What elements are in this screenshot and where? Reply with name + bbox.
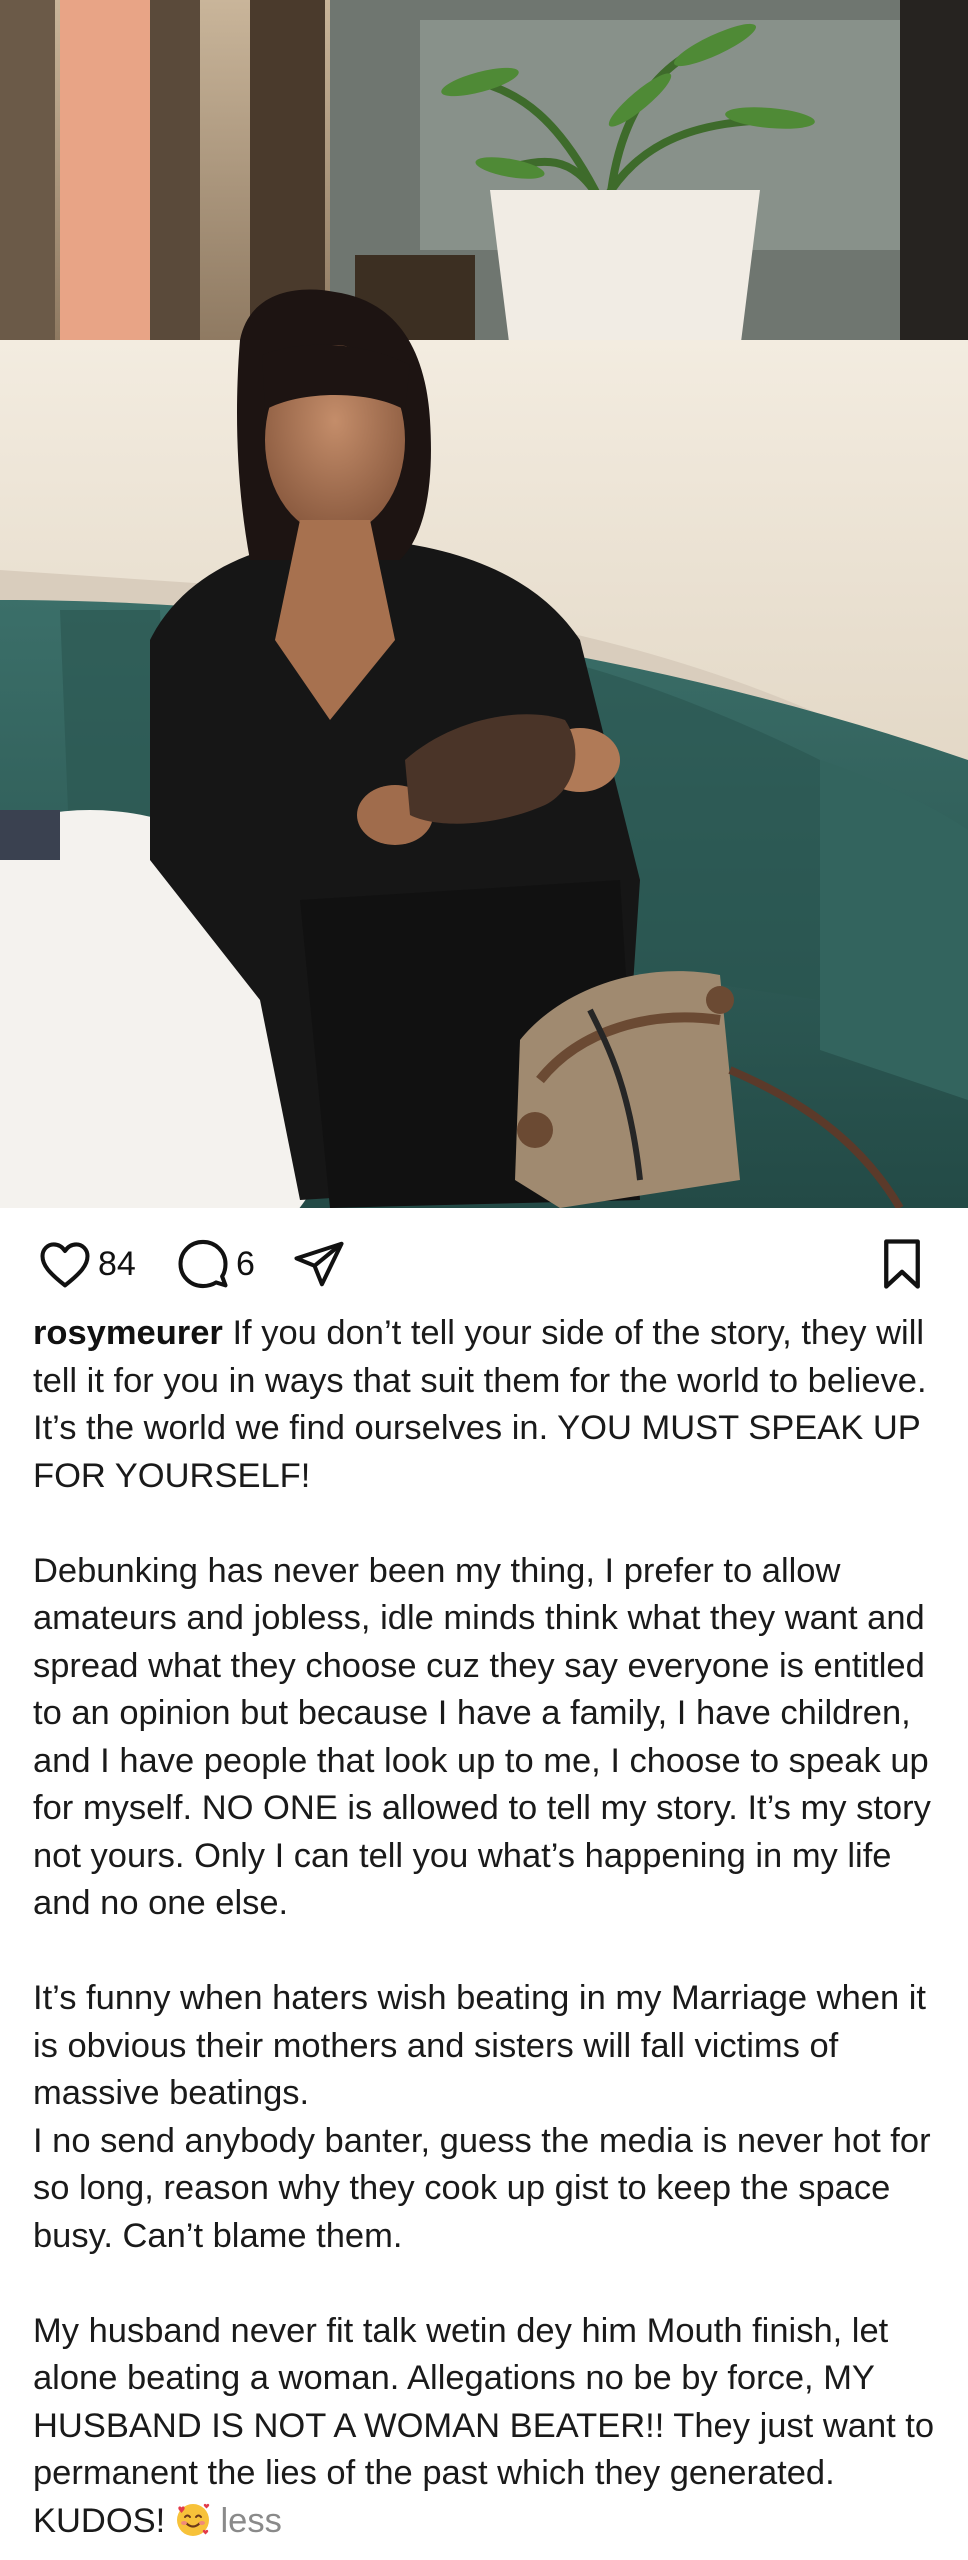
save-button[interactable] xyxy=(878,1236,926,1292)
send-icon xyxy=(292,1237,346,1291)
username-link[interactable]: rosymeurer xyxy=(33,1314,223,1352)
caption-paragraph: Debunking has never been my thing, I pre… xyxy=(33,1551,931,1923)
caption-paragraph: rosymeurer If you don’t tell your side o… xyxy=(33,1310,943,1500)
caption-paragraph: I no send anybody banter, guess the medi… xyxy=(33,2121,931,2255)
smiling-face-with-hearts-icon xyxy=(175,2502,211,2538)
post-photo[interactable] xyxy=(0,0,968,1208)
share-button[interactable] xyxy=(292,1236,346,1292)
less-link[interactable]: less xyxy=(220,2502,281,2540)
like-button[interactable]: 84 xyxy=(38,1236,136,1292)
comments-count: 6 xyxy=(236,1245,255,1283)
post-caption: rosymeurer If you don’t tell your side o… xyxy=(33,1310,943,2545)
caption-paragraph: My husband never fit talk wetin dey him … xyxy=(33,2308,943,2546)
bookmark-icon xyxy=(878,1237,926,1291)
post-action-bar: 84 6 xyxy=(0,1208,968,1318)
heart-icon xyxy=(38,1239,92,1289)
caption-paragraph: It’s funny when haters wish beating in m… xyxy=(33,1979,926,2112)
likes-count: 84 xyxy=(98,1245,136,1283)
comment-button[interactable]: 6 xyxy=(176,1236,255,1292)
post-image xyxy=(0,0,968,1208)
comment-bubble-icon xyxy=(176,1237,230,1291)
caption-text: My husband never fit talk wetin dey him … xyxy=(33,2311,935,2540)
